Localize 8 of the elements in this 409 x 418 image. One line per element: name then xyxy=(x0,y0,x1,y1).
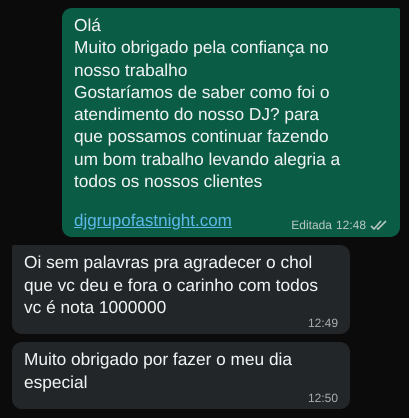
message-time: 12:50 xyxy=(308,390,338,405)
message-text: Muito obrigado por fazer o meu dia especial xyxy=(24,348,294,393)
message-time: 12:49 xyxy=(308,316,338,330)
edited-label: Editada xyxy=(291,218,332,232)
message-time: 12:48 xyxy=(336,218,366,232)
message-text: Oi sem palavras pra agradecer o chol que vc deu e fora o carinho com todos vc é nota 1000000 xyxy=(24,251,319,318)
message-text: Olá Muito obrigado pela confiança no nosso trabalho Gostaríamos de saber como foi o atendimento do nosso DJ? para que possamos continuar fazendo um bom trabalho levando alegria a todos os nossos clientes xyxy=(74,14,342,192)
website-link[interactable]: djgrupofastnight.com xyxy=(74,210,232,232)
